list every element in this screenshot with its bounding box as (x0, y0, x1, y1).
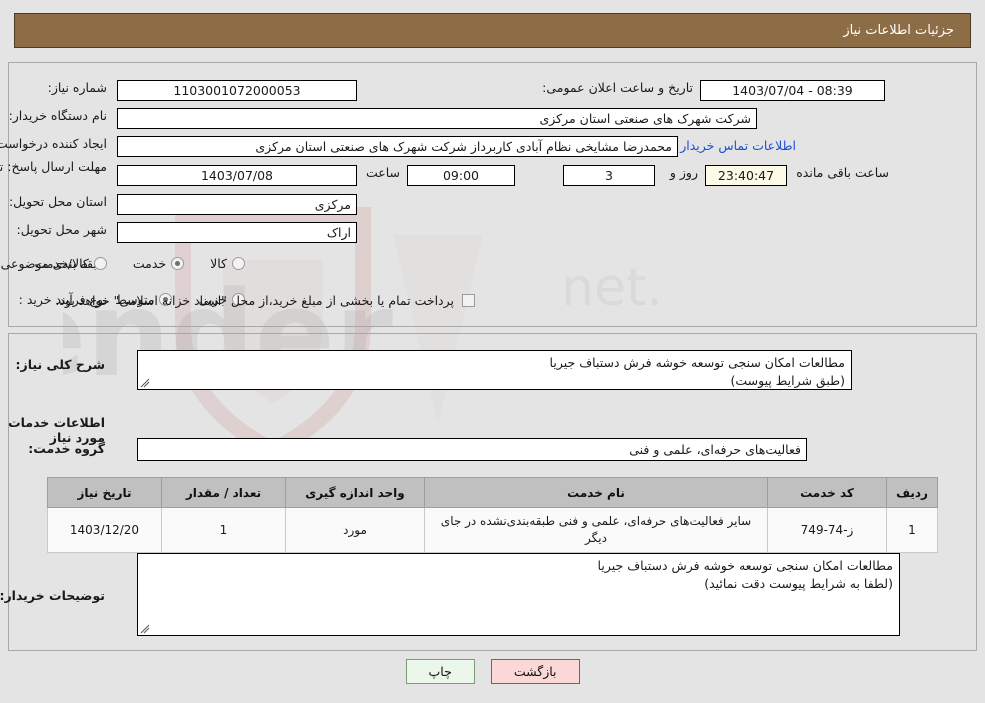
days-remaining-label: روز و (669, 165, 698, 180)
city-field-wrap: اراک (117, 222, 357, 243)
deadline-time-wrap: 09:00 (407, 165, 515, 186)
service-group-label-wrap: گروه خدمت: (28, 441, 105, 456)
category-option-khedmat[interactable]: خدمت (132, 256, 185, 271)
request-creator-label: ایجاد کننده درخواست: (0, 136, 107, 151)
category-option-kala[interactable]: کالا (210, 256, 245, 271)
announce-datetime-field[interactable]: 08:39 - 1403/07/04 (700, 80, 885, 101)
category-option-kala-label: کالا (210, 256, 227, 271)
service-group-field[interactable]: فعالیت‌های حرفه‌ای، علمی و فنی (137, 438, 807, 461)
province-field-wrap: مرکزی (117, 194, 357, 215)
table-row[interactable]: 1 ز-74-749 سایر فعالیت‌های حرفه‌ای، علمی… (47, 507, 938, 553)
cell-service-code: ز-74-749 (767, 507, 887, 553)
col-header-service-name: نام خدمت (424, 477, 768, 508)
request-creator-field[interactable]: محمدرضا مشایخی نظام آبادی کاربرداز شرکت … (117, 136, 678, 157)
creator-field-wrap: محمدرضا مشایخی نظام آبادی کاربرداز شرکت … (117, 136, 678, 157)
table-header-row: ردیف کد خدمت نام خدمت واحد اندازه گیری ت… (47, 477, 938, 508)
days-remaining-wrap: 3 (563, 165, 655, 186)
payment-note-text: پرداخت تمام یا بخشی از مبلغ خرید،از محل … (55, 293, 454, 308)
delivery-province-label: استان محل تحویل: (8, 194, 107, 209)
window-title-bar: جزئیات اطلاعات نیاز (14, 13, 971, 48)
deadline-time-field[interactable]: 09:00 (407, 165, 515, 186)
service-group-field-wrap: فعالیت‌های حرفه‌ای، علمی و فنی (137, 438, 807, 461)
footer-button-bar: بازگشت چاپ (0, 659, 985, 684)
need-number-label: شماره نیاز: (47, 80, 107, 95)
days-label-wrap: روز و (670, 165, 698, 180)
countdown-timer-field: 23:40:47 (705, 165, 787, 186)
need-number-row: شماره نیاز: (48, 80, 107, 95)
col-header-quantity: تعداد / مقدار (161, 477, 286, 508)
radio-khedmat-icon[interactable] (171, 257, 185, 270)
deadline-label: مهلت ارسال پاسخ: تا تاریخ: (0, 159, 107, 174)
need-number-field[interactable]: 1103001072000053 (117, 80, 357, 101)
back-button[interactable]: بازگشت (490, 659, 580, 684)
page-title: جزئیات اطلاعات نیاز (843, 23, 954, 38)
deadline-time-label-wrap: ساعت (366, 165, 400, 180)
announce-label-wrap: تاریخ و ساعت اعلان عمومی: (542, 80, 693, 95)
announce-field-wrap: 08:39 - 1403/07/04 (700, 80, 885, 101)
contact-link-wrap: اطلاعات تماس خریدار (680, 138, 796, 153)
announce-datetime-label: تاریخ و ساعت اعلان عمومی: (542, 80, 693, 95)
general-description-label: شرح کلی نیاز: (15, 357, 105, 372)
province-label-wrap: استان محل تحویل: (9, 194, 107, 209)
days-remaining-field[interactable]: 3 (563, 165, 655, 186)
cell-need-date: 1403/12/20 (47, 507, 162, 553)
print-button[interactable]: چاپ (405, 659, 475, 684)
buyer-org-label-wrap: نام دستگاه خریدار: (9, 108, 107, 123)
buyer-contact-link[interactable]: اطلاعات تماس خریدار (680, 138, 796, 153)
cell-quantity: 1 (161, 507, 286, 553)
buyer-org-field[interactable]: شرکت شهرک های صنعتی استان مرکزی (117, 108, 757, 129)
need-number-field-wrap: 1103001072000053 (117, 80, 357, 101)
general-description-textarea[interactable]: مطالعات امکان سنجی توسعه خوشه فرش دستباف… (137, 350, 852, 390)
deadline-date-field[interactable]: 1403/07/08 (117, 165, 357, 186)
services-table-wrapper: ردیف کد خدمت نام خدمت واحد اندازه گیری ت… (47, 477, 938, 553)
general-desc-label-wrap: شرح کلی نیاز: (16, 357, 105, 372)
col-header-service-code: کد خدمت (767, 477, 887, 508)
buyer-notes-textarea[interactable]: مطالعات امکان سنجی توسعه خوشه فرش دستباف… (137, 553, 900, 636)
service-group-label: گروه خدمت: (28, 441, 105, 456)
buyer-notes-label-wrap: توضیحات خریدار: (0, 588, 105, 603)
col-header-row-no: ردیف (886, 477, 938, 508)
deadline-label-wrap: مهلت ارسال پاسخ: تا تاریخ: (0, 159, 107, 175)
resize-grip-icon[interactable] (140, 378, 150, 388)
delivery-city-field[interactable]: اراک (117, 222, 357, 243)
deadline-date-wrap: 1403/07/08 (117, 165, 357, 186)
category-option-kala-khedmat[interactable]: کالا/خدمت (34, 256, 107, 271)
cell-row-no: 1 (886, 507, 938, 553)
category-option-kala-khedmat-label: کالا/خدمت (34, 256, 89, 271)
general-description-text: مطالعات امکان سنجی توسعه خوشه فرش دستباف… (549, 355, 845, 388)
page-root: Tender .net جزئیات اطلاعات نیاز شماره نی… (0, 0, 985, 703)
services-table: ردیف کد خدمت نام خدمت واحد اندازه گیری ت… (47, 477, 938, 553)
hours-remaining-label: ساعت باقی مانده (796, 165, 889, 180)
creator-label-wrap: ایجاد کننده درخواست: (0, 136, 107, 151)
delivery-province-field[interactable]: مرکزی (117, 194, 357, 215)
buyer-notes-text: مطالعات امکان سنجی توسعه خوشه فرش دستباف… (597, 558, 893, 591)
buyer-notes-label: توضیحات خریدار: (0, 588, 105, 603)
deadline-time-label: ساعت (365, 165, 400, 180)
col-header-unit: واحد اندازه گیری (285, 477, 425, 508)
buyer-org-label: نام دستگاه خریدار: (8, 108, 107, 123)
category-radio-group: کالا خدمت کالا/خدمت (34, 256, 245, 271)
resize-grip-icon-2[interactable] (140, 624, 150, 634)
radio-kala-icon[interactable] (232, 257, 245, 270)
delivery-city-label: شهر محل تحویل: (16, 222, 107, 237)
category-option-khedmat-label: خدمت (132, 256, 167, 271)
remaining-label-wrap: ساعت باقی مانده (796, 165, 889, 180)
countdown-wrap: 23:40:47 (705, 165, 787, 186)
payment-note-wrap: پرداخت تمام یا بخشی از مبلغ خرید،از محل … (55, 293, 475, 308)
cell-service-name: سایر فعالیت‌های حرفه‌ای، علمی و فنی طبقه… (424, 507, 768, 553)
city-label-wrap: شهر محل تحویل: (17, 222, 107, 237)
cell-unit: مورد (285, 507, 425, 553)
payment-note-checkbox[interactable] (462, 294, 475, 307)
radio-kala-khedmat-icon[interactable] (93, 257, 107, 270)
buyer-org-field-wrap: شرکت شهرک های صنعتی استان مرکزی (117, 108, 757, 129)
col-header-need-date: تاریخ نیاز (47, 477, 162, 508)
